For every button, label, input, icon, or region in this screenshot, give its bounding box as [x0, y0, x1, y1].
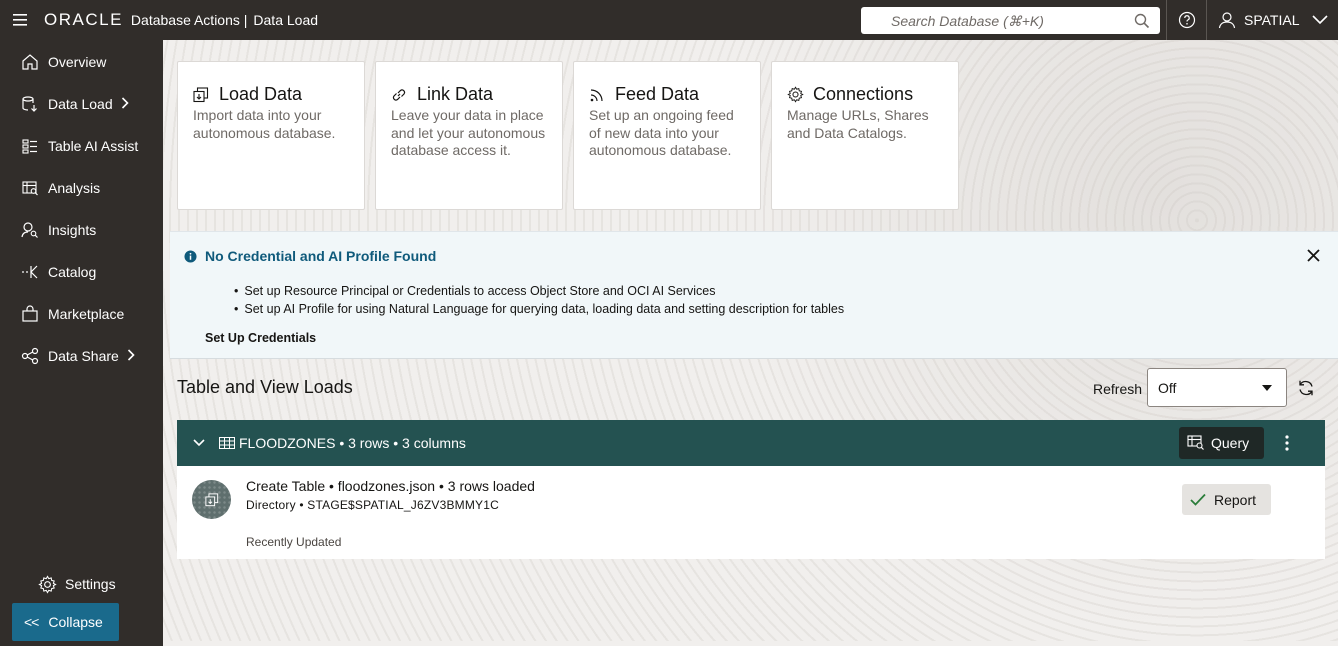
caret-down-icon: [1262, 385, 1272, 391]
load-item-title: Create Table • floodzones.json • 3 rows …: [246, 478, 535, 494]
settings-button[interactable]: Settings: [0, 564, 163, 604]
link-data-icon: [391, 86, 409, 104]
search-box: [861, 7, 1160, 34]
card-description: Import data into your autonomous databas…: [193, 107, 336, 141]
sidebar-item-data-share[interactable]: Data Share: [0, 335, 163, 377]
marketplace-icon: [20, 304, 40, 324]
card-description: Manage URLs, Shares and Data Catalogs.: [787, 107, 929, 141]
banner-bullet: Set up Resource Principal or Credentials…: [234, 282, 844, 300]
sidebar-item-insights[interactable]: Insights: [0, 209, 163, 251]
double-chevron-left-icon: <<: [24, 614, 39, 630]
feed-data-icon: [589, 86, 607, 104]
load-item-directory: Directory • STAGE$SPATIAL_J6ZV3BMMY1C: [246, 498, 500, 512]
card-connections[interactable]: Connections Manage URLs, Shares and Data…: [771, 61, 959, 210]
sidebar-item-label: Data Load: [48, 96, 113, 112]
report-button[interactable]: Report: [1182, 484, 1271, 515]
sidebar-item-label: Overview: [48, 54, 107, 70]
card-description: Set up an ongoing feed of new data into …: [589, 107, 734, 158]
sidebar-item-marketplace[interactable]: Marketplace: [0, 293, 163, 335]
help-icon[interactable]: [1168, 0, 1206, 40]
card-title: Connections: [813, 84, 914, 104]
section-title: Table and View Loads: [177, 377, 353, 397]
top-bar: ORACLE Database Actions | Data Load SPAT…: [0, 0, 1338, 40]
load-group-header: FLOODZONES • 3 rows • 3 columns Query: [177, 420, 1325, 466]
sidebar-item-analysis[interactable]: Analysis: [0, 167, 163, 209]
sidebar-item-label: Data Share: [48, 348, 119, 364]
divider: [1166, 0, 1167, 40]
sidebar-item-overview[interactable]: Overview: [0, 41, 163, 83]
home-icon: [20, 52, 40, 72]
load-item: Create Table • floodzones.json • 3 rows …: [177, 466, 1325, 559]
set-up-credentials-link[interactable]: Set Up Credentials: [205, 331, 316, 345]
data-share-icon: [20, 346, 40, 366]
app-title: Database Actions |: [130, 12, 248, 28]
card-load-data[interactable]: Load Data Import data into your autonomo…: [177, 61, 365, 210]
sidebar-nav: Overview Data Load Table AI Assist Analy…: [0, 40, 163, 377]
sidebar-item-label: Catalog: [48, 264, 97, 280]
collapse-label: Collapse: [48, 614, 103, 630]
load-avatar-icon: [192, 480, 231, 519]
sidebar-item-catalog[interactable]: Catalog: [0, 251, 163, 293]
check-icon: [1190, 493, 1206, 506]
search-icon[interactable]: [1134, 13, 1150, 34]
card-title: Feed Data: [615, 84, 700, 104]
card-link-data[interactable]: Link Data Leave your data in place and l…: [375, 61, 563, 210]
oracle-logo: ORACLE: [44, 10, 123, 29]
sidebar-item-label: Table AI Assist: [48, 138, 139, 154]
query-icon: [1187, 435, 1205, 451]
analysis-icon: [20, 178, 40, 198]
sidebar-item-table-ai-assist[interactable]: Table AI Assist: [0, 125, 163, 167]
table-icon: [219, 437, 235, 449]
connections-icon: [787, 86, 805, 104]
table-ai-icon: [20, 136, 40, 156]
info-icon: [184, 249, 197, 263]
insights-icon: [20, 220, 40, 240]
card-description: Leave your data in place and let your au…: [391, 107, 546, 158]
load-group-title: FLOODZONES • 3 rows • 3 columns: [239, 435, 466, 451]
chevron-right-icon: [121, 96, 129, 112]
sidebar-item-label: Analysis: [48, 180, 101, 196]
search-input[interactable]: [891, 12, 1151, 29]
more-options-icon[interactable]: [1279, 433, 1295, 453]
refresh-select-value: Off: [1158, 379, 1177, 396]
data-load-icon: [20, 94, 40, 114]
refresh-icon[interactable]: [1296, 378, 1316, 398]
collapse-button[interactable]: << Collapse: [12, 603, 119, 641]
catalog-icon: [20, 262, 40, 282]
action-cards: Load Data Import data into your autonomo…: [177, 61, 959, 210]
banner-list: Set up Resource Principal or Credentials…: [234, 282, 844, 318]
load-item-status: Recently Updated: [246, 535, 342, 549]
gear-icon: [38, 574, 57, 594]
banner-bullet: Set up AI Profile for using Natural Lang…: [234, 300, 844, 318]
chevron-down-icon[interactable]: [193, 439, 213, 447]
divider: [1206, 0, 1207, 40]
report-label: Report: [1214, 491, 1257, 508]
brand: ORACLE Database Actions | Data Load: [40, 0, 318, 40]
card-feed-data[interactable]: Feed Data Set up an ongoing feed of new …: [573, 61, 761, 210]
sidebar: Overview Data Load Table AI Assist Analy…: [0, 40, 163, 646]
card-title: Link Data: [417, 84, 494, 104]
close-icon[interactable]: [1304, 246, 1322, 264]
refresh-label: Refresh: [1093, 381, 1143, 397]
app-section-title: Data Load: [253, 12, 319, 28]
sidebar-item-data-load[interactable]: Data Load: [0, 83, 163, 125]
user-menu[interactable]: SPATIAL: [1210, 0, 1338, 40]
main-content: Load Data Import data into your autonomo…: [163, 40, 1338, 641]
info-banner: No Credential and AI Profile Found Set u…: [170, 231, 1338, 359]
banner-title: No Credential and AI Profile Found: [184, 248, 436, 264]
user-icon: [1218, 11, 1236, 29]
sidebar-item-label: Insights: [48, 222, 97, 238]
sidebar-item-label: Marketplace: [48, 306, 125, 322]
menu-icon[interactable]: [0, 0, 40, 40]
refresh-select[interactable]: Off: [1147, 368, 1287, 407]
user-name: SPATIAL: [1244, 12, 1300, 28]
banner-title-text: No Credential and AI Profile Found: [205, 248, 437, 264]
chevron-down-icon: [1311, 15, 1328, 25]
query-label: Query: [1211, 435, 1250, 451]
card-title: Load Data: [219, 84, 303, 104]
settings-label: Settings: [65, 576, 116, 592]
chevron-right-icon: [127, 348, 135, 364]
load-data-icon: [193, 86, 211, 104]
query-button[interactable]: Query: [1179, 427, 1264, 459]
